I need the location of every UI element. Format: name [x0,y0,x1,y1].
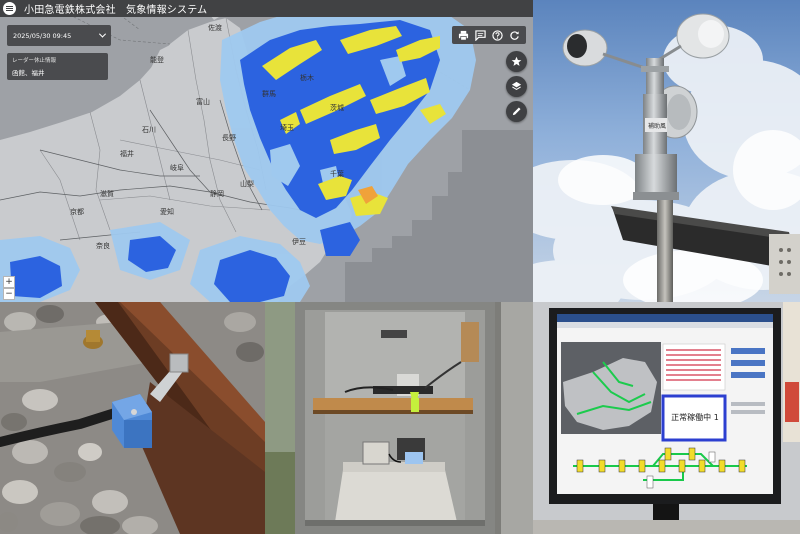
photo-collage: 石川 富山 福井 岐阜 長野 山梨 静岡 愛知 滋賀 京都 奈良 群馬 栃木 茨… [0,0,800,534]
monitor-status-text: 正常稼働中 1 [671,413,719,422]
radar-outage-panel: レーダー休止情報 函館、福井 [7,53,108,80]
layers-icon [511,81,522,91]
map-label-chiba: 千葉 [330,169,344,178]
pencil-icon [512,107,521,116]
print-icon [458,30,469,40]
map-label-noto: 能登 [150,55,164,64]
comment-icon [475,29,486,41]
map-label-shizuoka: 静岡 [210,189,224,198]
monitor-photo: 正常稼働中 1 [533,302,800,534]
layers-button[interactable] [506,76,527,97]
hamburger-icon [6,8,13,9]
radar-outage-title: レーダー休止情報 [12,58,57,64]
refresh-icon [510,30,519,40]
map-label-yamanashi: 山梨 [240,179,254,188]
app-title: 小田急電鉄株式会社 気象情報システム [24,5,208,16]
map-toolbar [452,26,526,44]
app-bar: 小田急電鉄株式会社 気象情報システム [0,0,533,17]
map-label-shiga: 滋賀 [100,189,114,198]
draw-button[interactable] [506,101,527,122]
help-button[interactable] [492,29,504,41]
refresh-button[interactable] [509,29,521,41]
menu-button[interactable] [3,2,16,15]
map-label-kyoto: 京都 [70,207,84,216]
chevron-down-icon [98,30,107,38]
radar-outage-body: 函館、福井 [12,69,45,77]
comment-button[interactable] [475,29,487,41]
rail-sensor-photo [0,302,265,534]
weather-map-screenshot: 石川 富山 福井 岐阜 長野 山梨 静岡 愛知 滋賀 京都 奈良 群馬 栃木 茨… [0,0,533,302]
map-label-nagano: 長野 [222,134,236,142]
star-icon [511,56,522,66]
map-label-toyama: 富山 [196,97,210,106]
map-label-gifu: 岐阜 [170,163,184,172]
map-label-izu: 伊豆 [292,237,306,246]
map-label-sado: 佐渡 [208,23,222,32]
anemometer-photo: 補助風 [533,0,800,302]
map-label-ishikawa: 石川 [142,126,156,134]
map-label-nara: 奈良 [96,241,110,250]
equipment-cabinet-photo [265,302,533,534]
date-selector[interactable]: 2025/05/30 09:45 [7,25,111,46]
date-selector-value: 2025/05/30 09:45 [13,31,72,40]
help-icon [492,29,503,41]
print-button[interactable] [458,29,470,41]
zoom-out-button[interactable]: − [3,288,15,300]
map-label-ibaraki: 茨城 [330,103,344,112]
map-label-aichi: 愛知 [160,207,174,216]
map-label-saitama: 埼玉 [280,123,294,132]
svg-text:補助風: 補助風 [648,122,666,130]
zoom-in-button[interactable]: + [3,276,15,288]
favorite-button[interactable] [506,51,527,72]
map-label-fukui: 福井 [120,149,134,158]
map-label-tochigi: 栃木 [300,73,314,82]
map-label-gunma: 群馬 [262,89,276,98]
